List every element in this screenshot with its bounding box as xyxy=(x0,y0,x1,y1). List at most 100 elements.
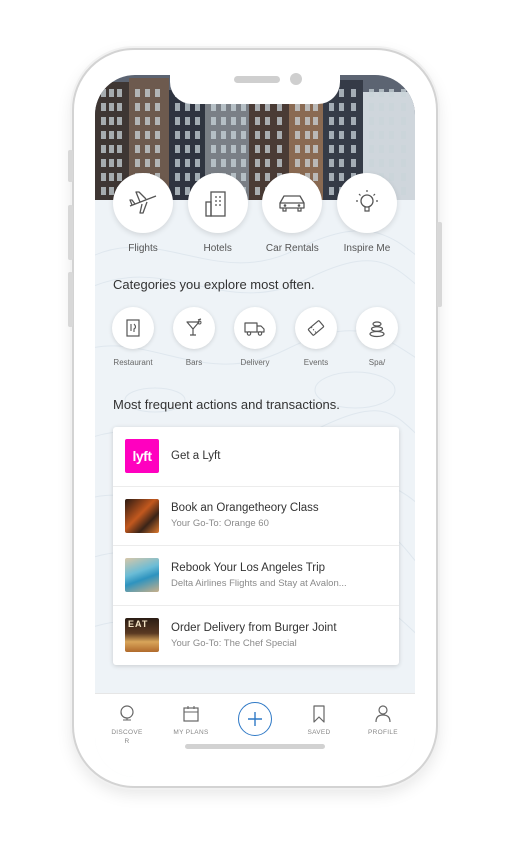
building-window xyxy=(277,131,282,139)
building-window xyxy=(265,159,270,167)
quick-action-flights[interactable]: Flights xyxy=(112,173,174,254)
building-window xyxy=(313,159,318,167)
tab-saved[interactable]: SAVED xyxy=(297,704,341,777)
category-restaurant[interactable]: Restaurant xyxy=(109,307,157,367)
building-window xyxy=(277,159,282,167)
category-events[interactable]: Events xyxy=(292,307,340,367)
building-window xyxy=(241,117,246,125)
building-window xyxy=(241,159,246,167)
category-spa[interactable]: Spa/ xyxy=(353,307,401,367)
building-window xyxy=(313,103,318,111)
category-delivery[interactable]: Delivery xyxy=(231,307,279,367)
tab-add[interactable] xyxy=(233,702,277,777)
quick-action-inspire-me[interactable]: Inspire Me xyxy=(336,173,398,254)
category-list: Restaurant Bars Delivery Events Spa/ xyxy=(95,307,415,367)
list-item-title: Book an Orangetheory Class xyxy=(171,502,319,515)
building-window xyxy=(117,159,122,167)
building-window xyxy=(389,103,394,111)
building-window xyxy=(195,131,200,139)
building-window xyxy=(329,117,334,125)
building-window xyxy=(117,131,122,139)
building-window xyxy=(305,145,310,153)
building-window xyxy=(145,117,150,125)
building-window xyxy=(313,131,318,139)
building-window xyxy=(145,159,150,167)
building-window xyxy=(145,103,150,111)
building-window xyxy=(339,145,344,153)
building-window xyxy=(379,89,384,97)
building-window xyxy=(255,159,260,167)
category-label: Delivery xyxy=(240,358,270,367)
burger-thumbnail: EAT xyxy=(125,618,159,653)
calendar-icon xyxy=(183,706,199,722)
quick-action-hotels[interactable]: Hotels xyxy=(187,173,249,254)
quick-action-label: Car Rentals xyxy=(265,243,319,254)
building-window xyxy=(351,159,356,167)
list-item-burger-joint[interactable]: EAT Order Delivery from Burger Joint You… xyxy=(113,606,399,666)
building-window xyxy=(295,117,300,125)
building-window xyxy=(109,131,114,139)
building-window xyxy=(351,131,356,139)
building-window xyxy=(109,89,114,97)
building-window xyxy=(255,131,260,139)
tab-my-plans[interactable]: MY PLANS xyxy=(169,704,213,777)
globe-icon xyxy=(120,705,134,721)
building-window xyxy=(241,103,246,111)
category-label: Bars xyxy=(185,358,203,367)
list-item-subtitle: Delta Airlines Flights and Stay at Avalo… xyxy=(171,577,347,589)
building-window xyxy=(401,159,406,167)
building-window xyxy=(265,145,270,153)
tab-discover[interactable]: DISCOVER xyxy=(105,704,149,777)
building-window xyxy=(401,103,406,111)
list-item-lyft[interactable]: lyft Get a Lyft xyxy=(113,427,399,487)
building-window xyxy=(185,131,190,139)
tab-label: MY PLANS xyxy=(173,729,209,736)
building-window xyxy=(231,131,236,139)
building-window xyxy=(135,131,140,139)
building-window xyxy=(401,89,406,97)
building-window xyxy=(221,117,226,125)
building-window xyxy=(185,103,190,111)
building-window xyxy=(211,145,216,153)
tab-label: PROFILE xyxy=(368,729,398,736)
power-button xyxy=(437,222,442,307)
building-window xyxy=(175,159,180,167)
building-window xyxy=(117,89,122,97)
building-window xyxy=(305,159,310,167)
list-item-orangetheory[interactable]: Book an Orangetheory Class Your Go-To: O… xyxy=(113,487,399,546)
home-indicator[interactable] xyxy=(185,744,325,749)
building-window xyxy=(277,103,282,111)
building-window xyxy=(339,159,344,167)
building-window xyxy=(339,103,344,111)
building-window xyxy=(369,159,374,167)
building-window xyxy=(155,103,160,111)
category-label: Events xyxy=(303,358,329,367)
hotel-building-icon xyxy=(187,173,248,233)
building-window xyxy=(389,131,394,139)
building-window xyxy=(295,145,300,153)
building-window xyxy=(211,131,216,139)
building-window xyxy=(369,103,374,111)
building-window xyxy=(221,103,226,111)
quick-action-car-rentals[interactable]: Car Rentals xyxy=(261,173,323,254)
mute-switch xyxy=(68,150,73,182)
building-window xyxy=(221,145,226,153)
building-window xyxy=(277,145,282,153)
tab-bar: DISCOVER MY PLANS SAVED PROFILE xyxy=(95,693,415,777)
building-window xyxy=(117,103,122,111)
building-window xyxy=(101,89,106,97)
category-bars[interactable]: Bars xyxy=(170,307,218,367)
building-window xyxy=(195,103,200,111)
list-item-title: Rebook Your Los Angeles Trip xyxy=(171,561,326,574)
bookmark-icon xyxy=(313,705,325,723)
building-window xyxy=(329,145,334,153)
building-window xyxy=(101,117,106,125)
quick-action-label: Inspire Me xyxy=(343,243,391,254)
building-window xyxy=(369,131,374,139)
building-window xyxy=(369,89,374,97)
building-window xyxy=(231,117,236,125)
building-window xyxy=(295,103,300,111)
airplane-icon xyxy=(113,173,173,233)
tab-profile[interactable]: PROFILE xyxy=(361,704,405,777)
list-item-los-angeles-trip[interactable]: Rebook Your Los Angeles Trip Delta Airli… xyxy=(113,546,399,606)
